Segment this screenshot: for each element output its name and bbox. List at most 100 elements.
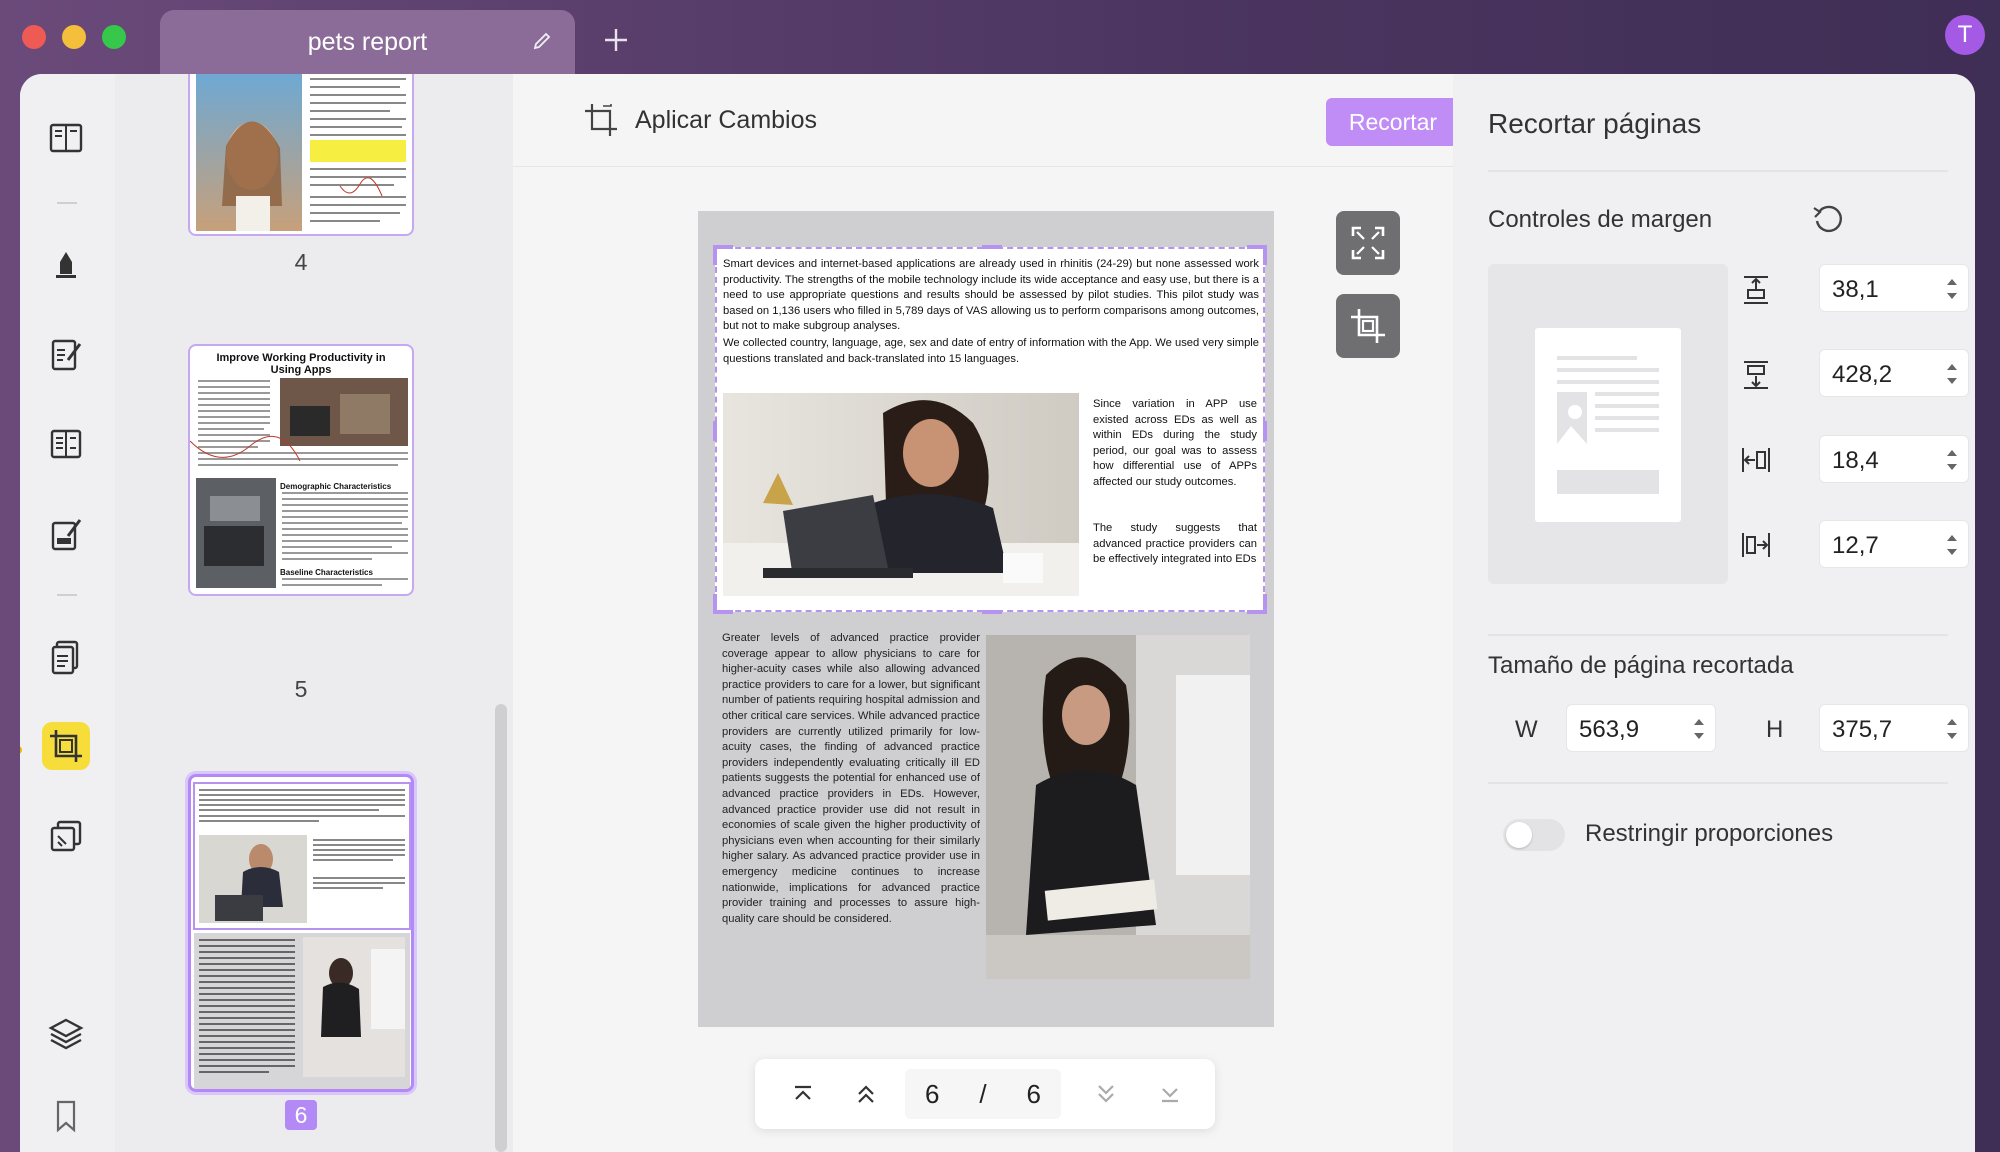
- page-preview: [190, 378, 408, 588]
- stepper-icon[interactable]: [1946, 444, 1958, 476]
- margin-top-icon: [1744, 276, 1768, 304]
- next-page-icon[interactable]: [1093, 1081, 1119, 1107]
- plus-icon[interactable]: [603, 27, 629, 53]
- auto-crop-button[interactable]: [1336, 294, 1400, 358]
- stepper-icon[interactable]: [1693, 713, 1705, 745]
- avatar[interactable]: T: [1945, 15, 1985, 55]
- page-number-6[interactable]: 6: [188, 1100, 414, 1130]
- constrain-proportions-toggle[interactable]: [1503, 819, 1565, 851]
- reader-mode-button[interactable]: [42, 114, 90, 162]
- expand-icon: [1351, 226, 1385, 260]
- marker-icon: [56, 252, 76, 278]
- pencil-icon[interactable]: [531, 30, 553, 52]
- crop-pages-button[interactable]: [42, 722, 90, 770]
- crop-handle-top-right-v: [1263, 245, 1267, 265]
- stepper-icon[interactable]: [1946, 358, 1958, 390]
- form-button[interactable]: [42, 420, 90, 468]
- margin-top-input[interactable]: 38,1: [1819, 264, 1969, 312]
- page-thumbnail-5[interactable]: Improve Working Productivity in Using Ap…: [188, 344, 414, 596]
- stepper-icon[interactable]: [1946, 273, 1958, 305]
- first-page-icon[interactable]: [790, 1081, 816, 1107]
- margin-bottom-input[interactable]: 428,2: [1819, 349, 1969, 397]
- bookmark-button[interactable]: [42, 1092, 90, 1140]
- margin-left-input[interactable]: 18,4: [1819, 435, 1969, 483]
- margin-left-icon: [1742, 448, 1770, 472]
- stepper-icon[interactable]: [1946, 713, 1958, 745]
- zoom-window-button[interactable]: [102, 25, 126, 49]
- crop-frame-icon: [1351, 309, 1385, 343]
- width-input[interactable]: 563,9: [1566, 704, 1716, 752]
- current-page: 6: [924, 1078, 940, 1109]
- reset-icon[interactable]: [1811, 202, 1845, 236]
- cropped-size-title: Tamaño de página recortada: [1488, 652, 1794, 679]
- margin-bottom-value: 428,2: [1832, 361, 1893, 388]
- crop-handle-top-left-v: [713, 245, 717, 265]
- document-tab[interactable]: pets report: [160, 10, 575, 74]
- page-navigator: 6 / 6: [755, 1059, 1215, 1129]
- crop-button[interactable]: Recortar: [1326, 98, 1460, 146]
- document-page: Smart devices and internet-based applica…: [698, 211, 1274, 1027]
- height-label: H: [1766, 716, 1784, 743]
- crop-apply-icon: [585, 104, 617, 136]
- active-indicator: [20, 746, 22, 754]
- crop-handle-bottom-left-v: [713, 594, 717, 614]
- crop-preview: [1488, 264, 1728, 584]
- toggle-knob: [1506, 822, 1532, 848]
- page-separator: /: [979, 1078, 987, 1109]
- crop-handle-top[interactable]: [982, 245, 1002, 249]
- page-5-subheading-1: Demographic Characteristics: [280, 482, 392, 491]
- previous-page-icon[interactable]: [853, 1081, 879, 1107]
- doc-paragraph-1: Smart devices and internet-based applica…: [723, 258, 1259, 333]
- page-preview-icon: [1535, 328, 1681, 522]
- fit-page-button[interactable]: [1336, 211, 1400, 275]
- doc-side-paragraph-2: The study suggests that advanced practic…: [1093, 522, 1257, 566]
- apply-changes-label: Aplicar Cambios: [635, 105, 818, 134]
- panel-title: Recortar páginas: [1488, 108, 1702, 139]
- crop-handle-left[interactable]: [713, 421, 717, 441]
- edit-text-button[interactable]: [42, 330, 90, 378]
- woman-writing-photo: [986, 635, 1250, 979]
- page-preview: [196, 74, 406, 231]
- apply-changes-button[interactable]: Aplicar Cambios: [583, 102, 817, 138]
- page-thumbnail-4[interactable]: [188, 74, 414, 236]
- margin-controls-title: Controles de margen: [1488, 206, 1713, 233]
- crop-settings-panel: Recortar páginas Controles de margen 38,…: [1453, 74, 1975, 1152]
- height-value: 375,7: [1832, 716, 1893, 743]
- height-input[interactable]: 375,7: [1819, 704, 1969, 752]
- tab-title: pets report: [307, 28, 428, 56]
- crop-handle-right[interactable]: [1263, 421, 1267, 441]
- stepper-icon[interactable]: [1946, 529, 1958, 561]
- crop-handle-bottom[interactable]: [982, 610, 1002, 614]
- organize-pages-button[interactable]: [42, 632, 90, 680]
- panel-divider: [1488, 170, 1948, 172]
- left-toolbar: [20, 74, 115, 1152]
- stack-icon: [50, 820, 82, 852]
- highlight-button[interactable]: [42, 240, 90, 288]
- margin-right-input[interactable]: 12,7: [1819, 520, 1969, 568]
- sign-button[interactable]: [42, 510, 90, 558]
- page-preview: [193, 782, 411, 1089]
- doc-paragraph-2: We collected country, language, age, sex…: [723, 337, 1259, 365]
- margin-left-value: 18,4: [1832, 447, 1879, 474]
- batch-button[interactable]: [42, 812, 90, 860]
- crop-canvas: Aplicar Cambios Recortar Smart devices a…: [513, 74, 1460, 1152]
- total-pages: 6: [1026, 1078, 1042, 1109]
- margin-bottom-icon: [1744, 361, 1768, 389]
- crop-region[interactable]: Smart devices and internet-based applica…: [713, 245, 1267, 614]
- last-page-icon[interactable]: [1157, 1081, 1183, 1107]
- toolbar-divider: [513, 166, 1453, 167]
- panel-divider: [1488, 634, 1948, 636]
- close-window-button[interactable]: [22, 25, 46, 49]
- page-number-4[interactable]: 4: [188, 249, 414, 276]
- page-thumbnail-6[interactable]: [188, 774, 414, 1092]
- minimize-window-button[interactable]: [62, 25, 86, 49]
- layers-button[interactable]: [42, 1010, 90, 1058]
- doc-lower-paragraph: Greater levels of advanced practice prov…: [722, 632, 980, 925]
- page-number-5[interactable]: 5: [188, 676, 414, 703]
- page-indicator[interactable]: 6 / 6: [905, 1069, 1061, 1119]
- thumbnail-scrollbar[interactable]: [495, 704, 507, 1152]
- margin-right-value: 12,7: [1832, 532, 1879, 559]
- width-label: W: [1515, 716, 1538, 743]
- doc-side-paragraph-1: Since variation in APP use existed acros…: [1093, 398, 1257, 488]
- constrain-proportions-label: Restringir proporciones: [1585, 820, 1834, 847]
